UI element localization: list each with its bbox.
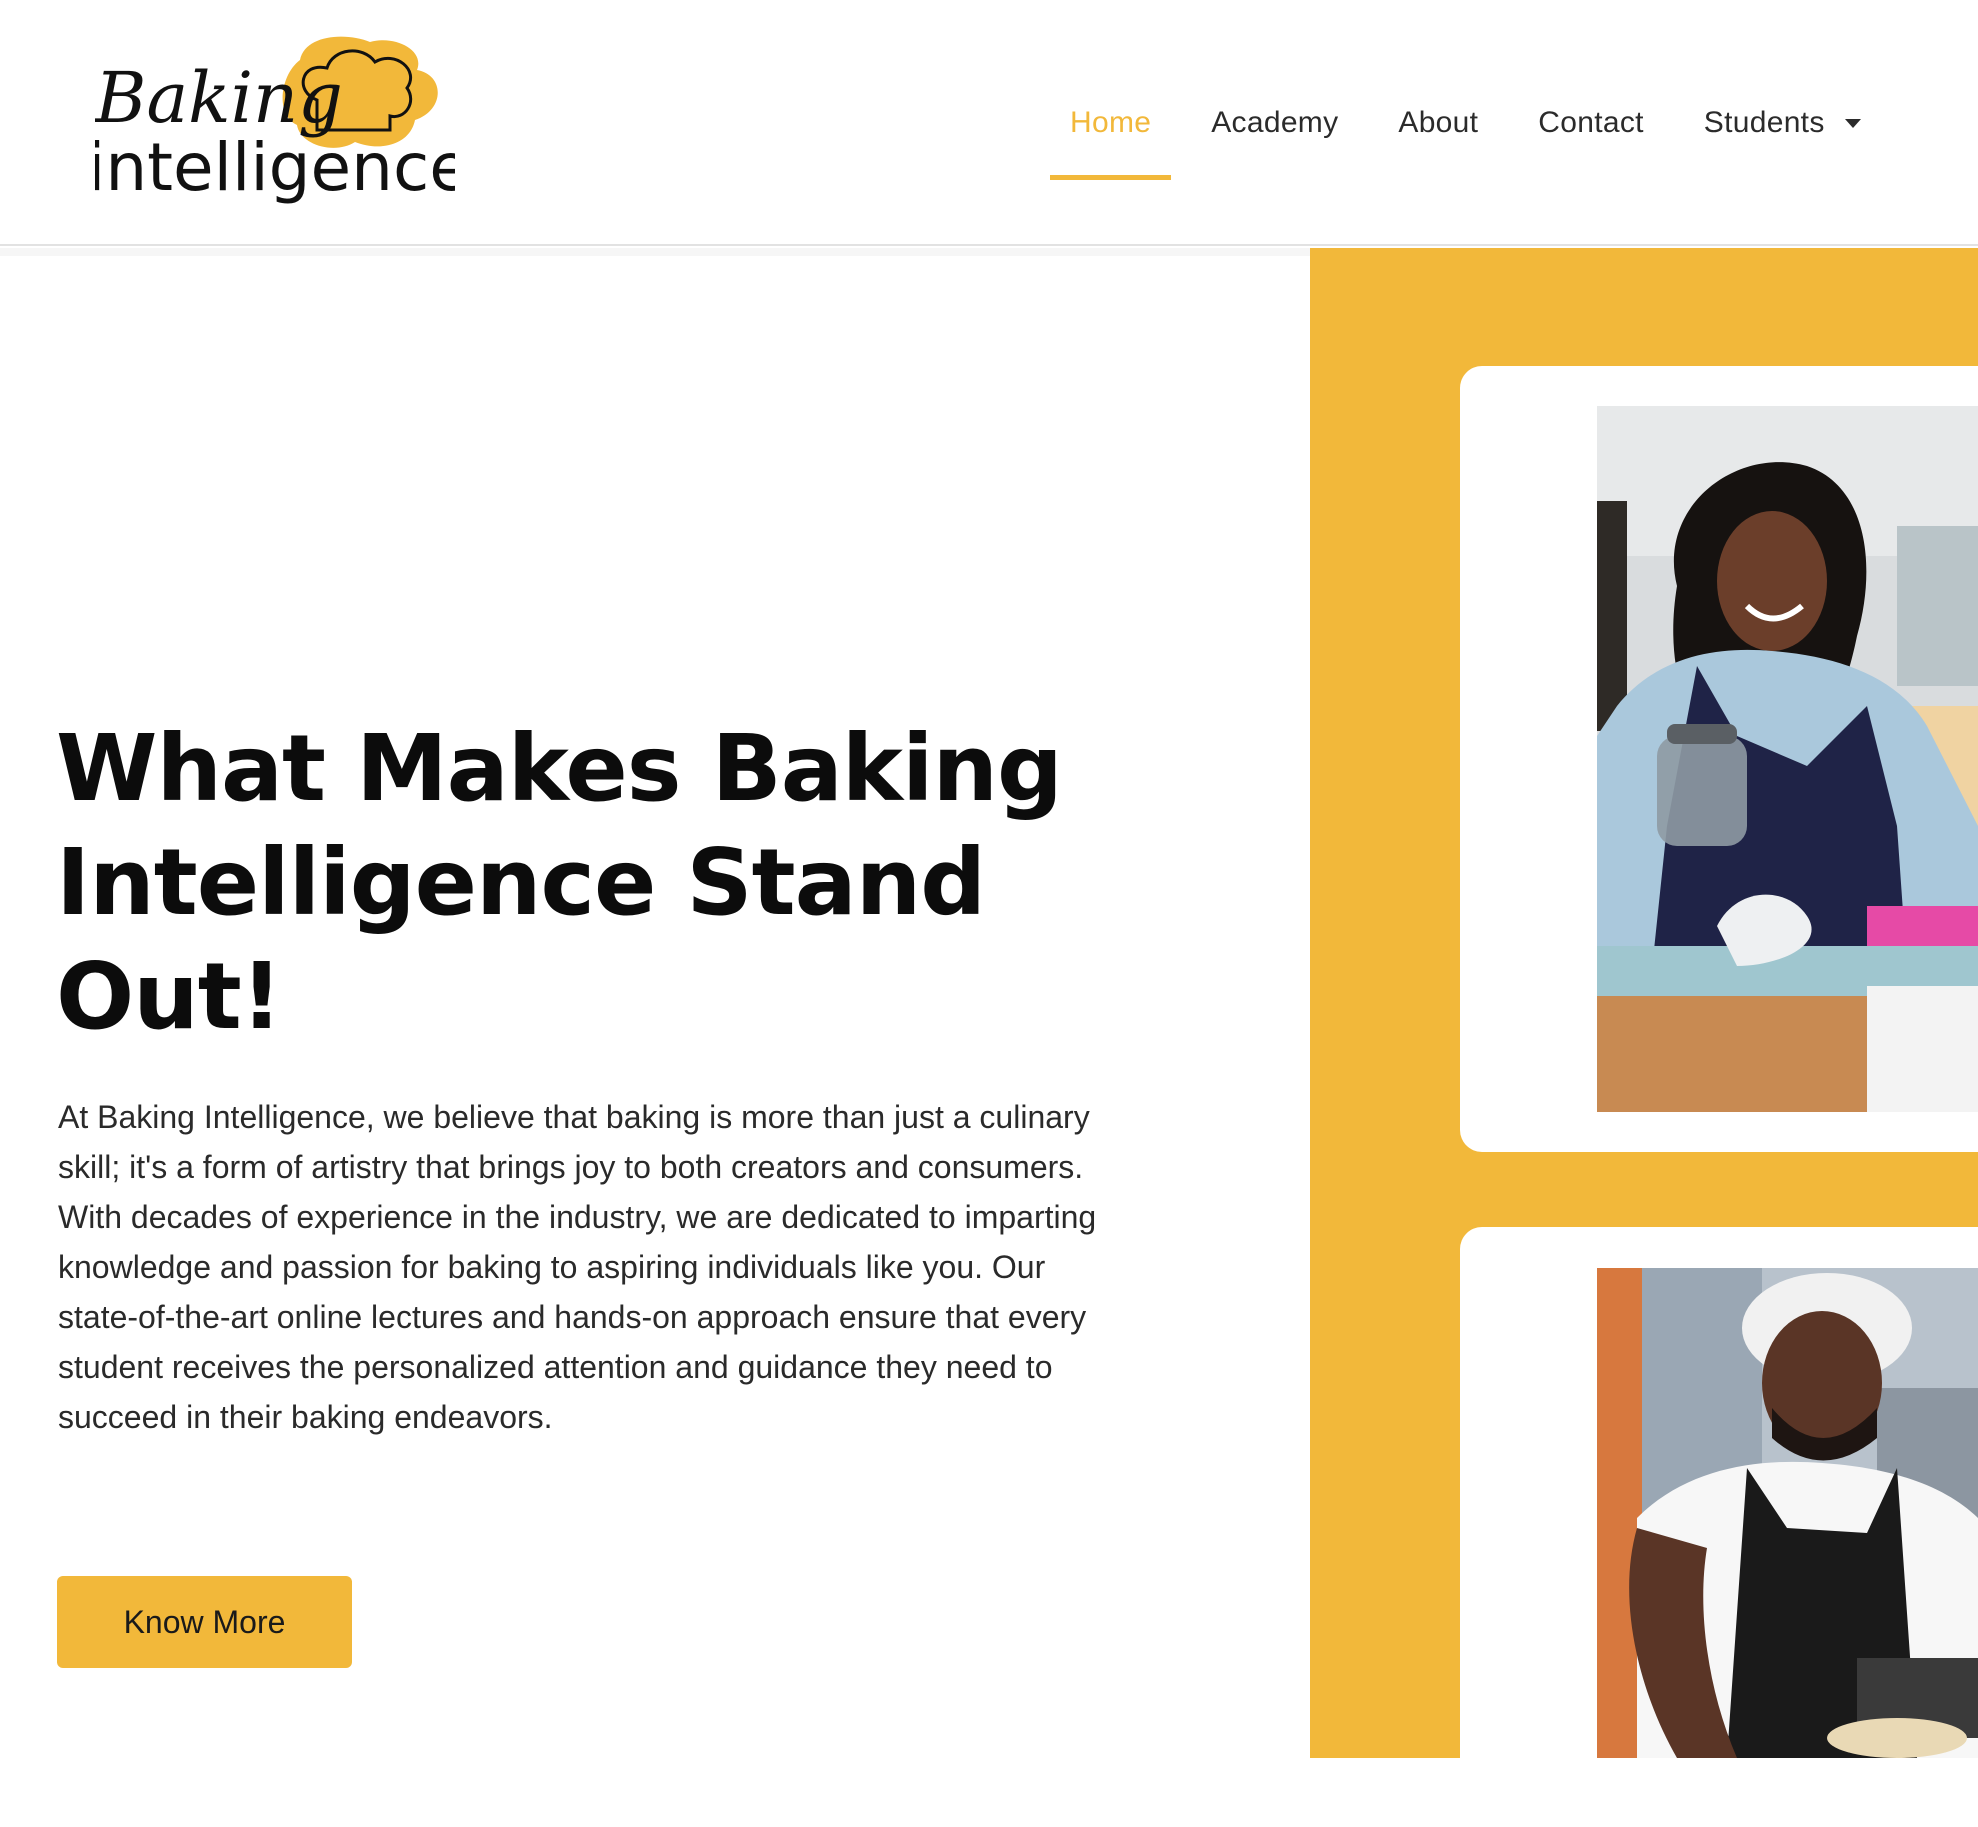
nav-label: Students bbox=[1703, 106, 1825, 139]
nav-item-contact[interactable]: Contact bbox=[1508, 0, 1674, 246]
svg-text:intelligence: intelligence bbox=[95, 129, 455, 206]
baker-photo-1 bbox=[1597, 406, 1978, 1112]
site-header: Baking intelligence Home Academy About C… bbox=[0, 0, 1978, 246]
nav-item-students[interactable]: Students bbox=[1674, 0, 1891, 246]
chef-hat-icon: Baking intelligence bbox=[87, 36, 470, 206]
nav-item-academy[interactable]: Academy bbox=[1181, 0, 1368, 246]
nav-item-about[interactable]: About bbox=[1368, 0, 1508, 246]
nav-label: Academy bbox=[1211, 106, 1339, 139]
hero-paragraph: At Baking Intelligence, we believe that … bbox=[58, 1099, 1097, 1435]
baker-man-image bbox=[1597, 1268, 1978, 1758]
nav-label: Contact bbox=[1538, 106, 1644, 139]
nav-label: About bbox=[1398, 106, 1479, 139]
caret-down-icon[interactable] bbox=[1844, 118, 1861, 128]
main-nav: Home Academy About Contact Students bbox=[1040, 0, 1891, 246]
site-logo[interactable]: Baking intelligence bbox=[87, 30, 470, 210]
svg-text:Baking: Baking bbox=[95, 57, 343, 139]
baker-photo-2 bbox=[1597, 1268, 1978, 1758]
nav-label: Home bbox=[1070, 106, 1152, 139]
nav-item-home[interactable]: Home bbox=[1040, 0, 1181, 246]
hero-headline: What Makes Baking Intelligence Stand Out… bbox=[56, 715, 1063, 1050]
header-shadow-bar bbox=[0, 248, 1310, 256]
know-more-button[interactable]: Know More bbox=[57, 1576, 352, 1668]
baker-woman-image bbox=[1597, 406, 1978, 1112]
